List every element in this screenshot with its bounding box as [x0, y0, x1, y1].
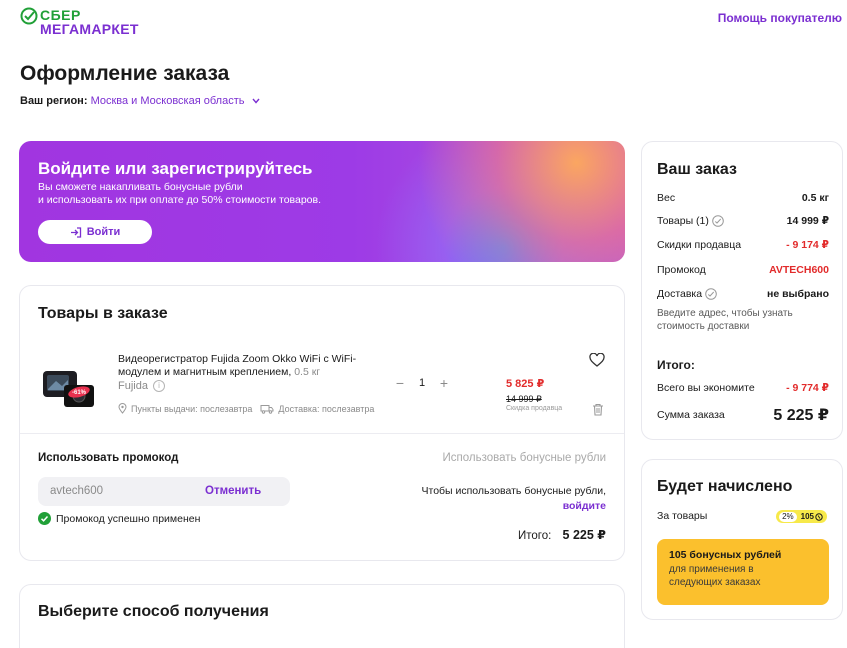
summary-delivery-value: не выбрано: [766, 288, 829, 300]
summary-discount-value: - 9 174 ₽: [786, 239, 829, 251]
chevron-down-icon[interactable]: [251, 98, 260, 104]
login-icon: [70, 226, 81, 238]
bonus-info-box: 105 бонусных рублей для применения в сле…: [657, 539, 829, 605]
bonus-accrual-card: Будет начислено За товары 2% 105 105 бон…: [641, 459, 843, 620]
delivery-info: Доставка: послезавтра: [278, 403, 375, 414]
summary-discount-row: Скидки продавца - 9 174 ₽: [657, 239, 829, 251]
items-total: Итого: 5 225 ₽: [518, 527, 606, 542]
divider: [20, 433, 624, 434]
summary-savings-value: - 9 774 ₽: [786, 382, 829, 394]
increase-quantity-button[interactable]: +: [438, 375, 450, 391]
bonus-for-goods-label: За товары: [657, 510, 708, 522]
help-link[interactable]: Помощь покупателю: [718, 11, 842, 25]
product-weight: 0.5 кг: [294, 366, 321, 378]
bonus-percent: 2%: [779, 511, 797, 522]
summary-savings-row: Всего вы экономите - 9 774 ₽: [657, 382, 829, 394]
bonus-login-link[interactable]: войдите: [563, 500, 606, 512]
summary-promo-row: Промокод AVTECH600: [657, 264, 829, 276]
decrease-quantity-button[interactable]: −: [394, 375, 406, 391]
login-button-label: Войти: [86, 226, 121, 238]
summary-goods-value: 14 999 ₽: [786, 215, 829, 227]
promo-code-label: Использовать промокод: [38, 452, 179, 464]
bonus-coin-icon: [815, 512, 823, 521]
summary-title: Ваш заказ: [657, 161, 737, 178]
banner-text: Вы сможете накапливать бонусные рубли и …: [38, 181, 398, 207]
promo-code-value[interactable]: avtech600: [50, 485, 103, 497]
region-selector[interactable]: Ваш регион: Москва и Московская область: [20, 95, 260, 107]
bonus-amount: 105: [800, 512, 814, 521]
region-value[interactable]: Москва и Московская область: [91, 95, 245, 107]
summary-order-sum-label: Сумма заказа: [657, 409, 725, 421]
discount-badge: -61%: [72, 390, 87, 396]
shipping-title: Выберите способ получения: [38, 603, 269, 620]
use-bonus-link[interactable]: Использовать бонусные рубли: [443, 452, 606, 464]
product-name[interactable]: Видеорегистратор Fujida Zoom Okko WiFi с…: [118, 353, 356, 378]
cancel-promo-button[interactable]: Отменить: [205, 485, 261, 497]
summary-delivery-label: Доставка: [657, 288, 703, 300]
check-circle-outline-icon[interactable]: [712, 215, 724, 227]
summary-savings-label: Всего вы экономите: [657, 382, 755, 394]
product-price: 5 825 ₽: [506, 378, 545, 390]
location-pin-icon: [118, 403, 127, 414]
summary-order-sum-row: Сумма заказа 5 225 ₽: [657, 405, 829, 425]
items-total-label: Итого:: [518, 530, 552, 542]
dashcam-image-icon: -61%: [43, 371, 94, 407]
summary-order-sum-value: 5 225 ₽: [773, 407, 829, 424]
bonus-login-note: Чтобы использовать бонусные рубли, войди…: [422, 484, 607, 514]
pickup-info: Пункты выдачи: послезавтра: [131, 403, 253, 414]
summary-weight-value: 0.5 кг: [801, 192, 829, 204]
quantity-value: 1: [418, 377, 426, 389]
page-title: Оформление заказа: [20, 62, 230, 85]
summary-promo-label: Промокод: [657, 264, 706, 276]
heart-icon[interactable]: [589, 353, 605, 367]
check-circle-icon: [38, 512, 51, 525]
summary-weight-label: Вес: [657, 192, 676, 204]
sber-logo-icon: [20, 7, 38, 25]
shipping-method-card: Выберите способ получения: [19, 584, 625, 648]
summary-goods-label: Товары (1): [657, 215, 709, 227]
summary-discount-label: Скидки продавца: [657, 239, 742, 251]
delivery-info-row: Пункты выдачи: послезавтра Доставка: пос…: [118, 403, 374, 414]
banner-title: Войдите или зарегистрируйтесь: [38, 159, 313, 178]
sbermegamarket-logo[interactable]: СБЕР МЕГАМАРКЕТ: [20, 7, 150, 37]
order-summary-card: Ваш заказ Вес 0.5 кг Товары (1) 14 999 ₽…: [641, 141, 843, 440]
banner-text-line1: Вы сможете накапливать бонусные рубли: [38, 181, 243, 193]
promo-success-message: Промокод успешно применен: [38, 512, 200, 525]
product-brand: Fujida i: [118, 380, 166, 393]
check-circle-outline-icon[interactable]: [705, 288, 717, 300]
summary-goods-row: Товары (1) 14 999 ₽: [657, 215, 829, 227]
quantity-stepper[interactable]: − 1 +: [394, 375, 450, 391]
info-icon[interactable]: i: [153, 380, 166, 393]
items-total-value: 5 225 ₽: [562, 528, 606, 542]
product-image[interactable]: -61%: [40, 363, 100, 411]
promo-code-field[interactable]: avtech600 Отменить: [38, 477, 290, 506]
logo-line2: МЕГАМАРКЕТ: [40, 21, 139, 37]
summary-weight-row: Вес 0.5 кг: [657, 192, 829, 204]
bonus-note-text: Чтобы использовать бонусные рубли,: [421, 485, 607, 497]
promo-success-text: Промокод успешно применен: [56, 512, 201, 525]
summary-total-label: Итого:: [657, 358, 695, 372]
items-title: Товары в заказе: [38, 305, 168, 322]
order-items-card: Товары в заказе -61% Видеорегистратор Fu…: [19, 285, 625, 561]
bonus-box-title: 105 бонусных рублей: [669, 549, 782, 561]
login-button[interactable]: Войти: [38, 220, 152, 244]
seller-discount-note: Скидка продавца: [506, 405, 563, 412]
truck-icon: [260, 404, 274, 414]
summary-delivery-row: Доставка не выбрано: [657, 288, 829, 300]
trash-icon[interactable]: [592, 403, 604, 416]
summary-promo-value: AVTECH600: [769, 264, 829, 276]
address-note: Введите адрес, чтобы узнать стоимость до…: [657, 308, 793, 332]
product-name-block[interactable]: Видеорегистратор Fujida Zoom Okko WiFi с…: [118, 353, 388, 379]
bonus-badge: 2% 105: [776, 510, 827, 523]
brand-name: Fujida: [118, 380, 148, 392]
bonus-title: Будет начислено: [657, 478, 793, 495]
region-label: Ваш регион:: [20, 95, 88, 107]
product-old-price: 14 999 ₽: [506, 394, 542, 404]
login-promo-banner: Войдите или зарегистрируйтесь Вы сможете…: [19, 141, 625, 262]
bonus-box-text: для применения в следующих заказах: [669, 564, 761, 588]
banner-text-line2: и использовать их при оплате до 50% стои…: [38, 194, 322, 206]
